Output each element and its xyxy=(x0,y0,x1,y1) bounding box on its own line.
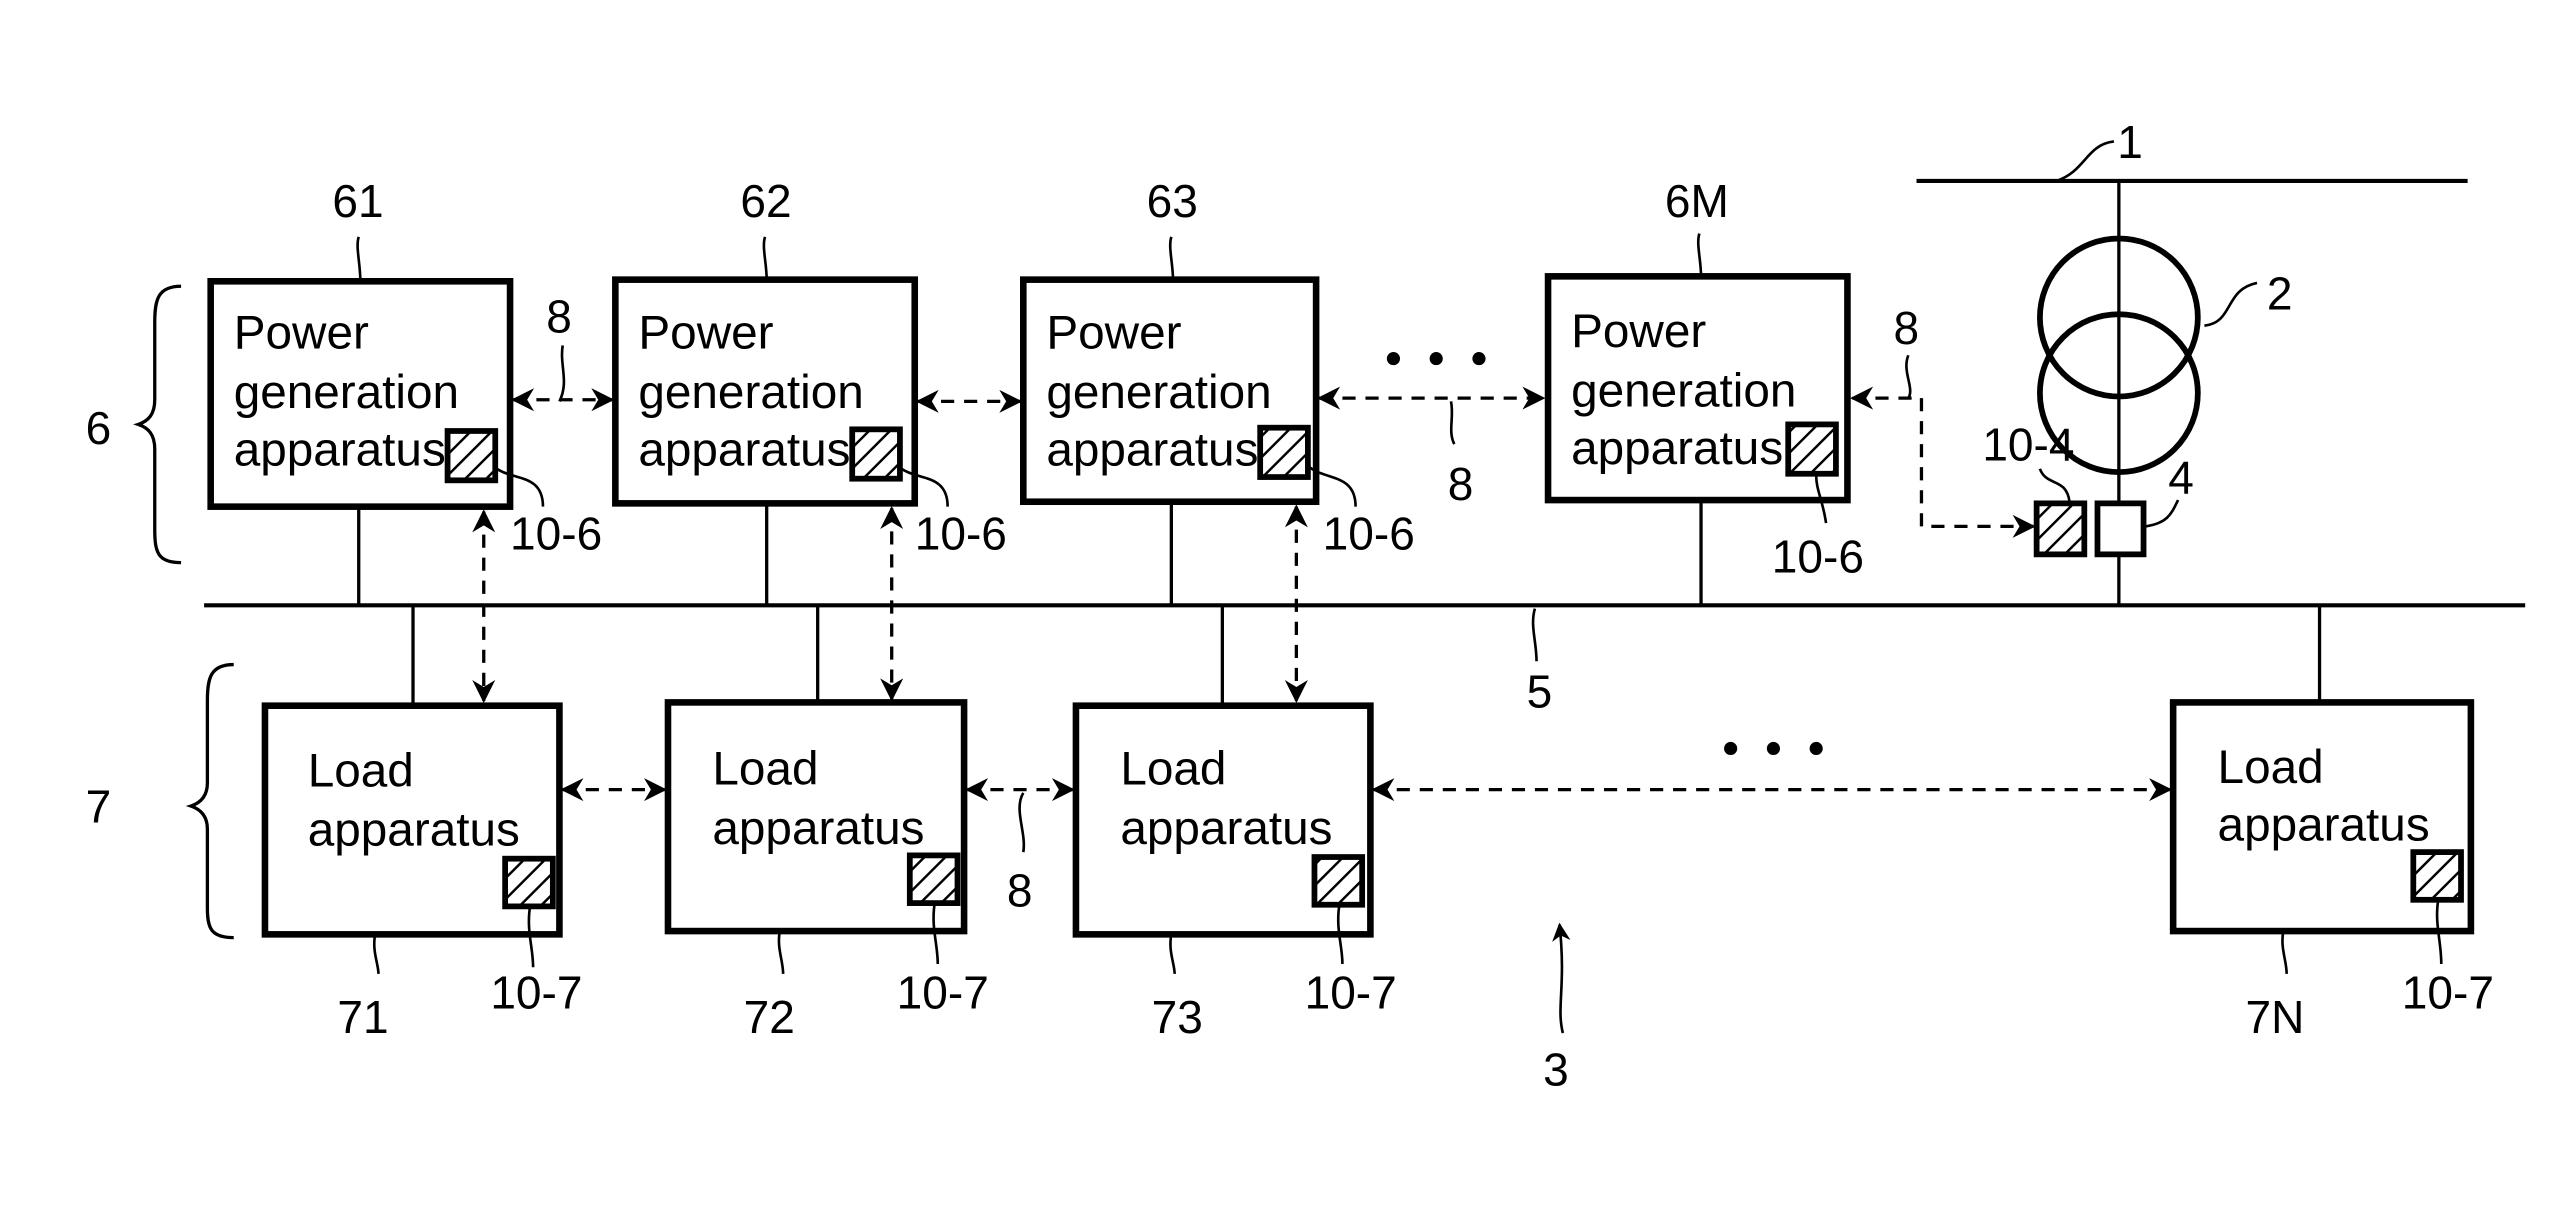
generation-apparatus-62: Power generation apparatus 62 10-6 xyxy=(612,175,1007,606)
gen-6M-comm-unit xyxy=(1785,421,1839,477)
gen-62-comm-unit xyxy=(849,426,903,482)
gen-6M-comm-ref: 10-6 xyxy=(1772,530,1864,582)
system-ref-marker: 3 xyxy=(1543,922,1571,1096)
generation-group-brace xyxy=(133,284,182,565)
system-ref: 3 xyxy=(1543,1044,1569,1096)
load-7N-ref-leader xyxy=(2281,930,2288,974)
ellipsis-dot xyxy=(1429,352,1443,366)
ellipsis-dot xyxy=(1766,741,1780,756)
load-72-line1: Load xyxy=(712,743,818,796)
ellipsis-dot xyxy=(1724,741,1738,756)
load-73-ref: 73 xyxy=(1152,991,1203,1043)
load-7N-comm-unit xyxy=(2410,849,2464,903)
gen-61-comm-ref: 10-6 xyxy=(510,507,602,559)
load-73-ref-leader xyxy=(1169,934,1176,974)
load-71-ref-leader xyxy=(372,934,380,974)
ellipsis-dot xyxy=(1809,741,1823,756)
generation-apparatus-6M: Power generation apparatus 6M 10-6 xyxy=(1544,175,1864,606)
gen-63-ref: 63 xyxy=(1147,175,1198,227)
gen-63-line1: Power xyxy=(1046,307,1181,360)
gen-62-ref-leader xyxy=(762,236,769,280)
gen-61-ref-leader xyxy=(356,236,362,282)
gen-6M-ref: 6M xyxy=(1665,175,1729,227)
power-system-diagram: 1 2 4 10-4 5 6 7 Power generation appara… xyxy=(86,116,2526,1096)
load-71-line2: apparatus xyxy=(308,804,520,857)
load-72-comm-ref: 10-7 xyxy=(897,966,989,1018)
comm-link-72-73-ref: 8 xyxy=(1007,864,1033,916)
load-72-ref: 72 xyxy=(744,991,795,1043)
ellipsis-dot xyxy=(1472,352,1486,366)
gen-6M-ref-leader xyxy=(1696,233,1703,277)
transformer-ref: 2 xyxy=(2267,267,2293,319)
grid-line-leader xyxy=(2055,140,2115,183)
load-ellipsis xyxy=(1724,741,1823,756)
gen-62-ref: 62 xyxy=(740,175,791,227)
meter-box xyxy=(2094,500,2147,558)
gen-63-comm-ref: 10-6 xyxy=(1323,507,1415,559)
load-7N-comm-ref: 10-7 xyxy=(2402,966,2494,1018)
gen-62-line3: apparatus xyxy=(638,424,850,477)
load-73-line2: apparatus xyxy=(1120,802,1332,855)
meter-comm-unit xyxy=(2033,500,2088,558)
load-72-line2: apparatus xyxy=(712,802,924,855)
bus-leader xyxy=(1531,608,1538,662)
gen-63-line2: generation xyxy=(1046,366,1271,419)
gen-62-line1: Power xyxy=(638,307,773,360)
gen-61-ref: 61 xyxy=(332,175,383,227)
gen-63-comm-unit xyxy=(1257,424,1311,480)
gen-62-line2: generation xyxy=(638,366,863,419)
generation-group-ref: 6 xyxy=(86,402,112,454)
load-group-ref: 7 xyxy=(86,780,112,832)
meter-leader xyxy=(2144,499,2180,528)
comm-link-63-6M-leader xyxy=(1449,401,1456,445)
load-7N-ref: 7N xyxy=(2246,991,2305,1043)
gen-61-line1: Power xyxy=(234,307,369,360)
meter-ref: 4 xyxy=(2168,451,2194,503)
load-apparatus-72: Load apparatus 72 10-7 xyxy=(664,605,989,1043)
gen-61-line3: apparatus xyxy=(234,424,446,477)
gen-63-ref-leader xyxy=(1168,236,1175,280)
load-73-line1: Load xyxy=(1120,743,1226,796)
meter-comm-leader xyxy=(2038,468,2071,502)
gen-61-line2: generation xyxy=(234,366,459,419)
load-71-line1: Load xyxy=(308,744,414,797)
ellipsis-dot xyxy=(1386,352,1401,366)
utility-grid: 1 2 4 10-4 xyxy=(1916,116,2468,606)
grid-line-ref: 1 xyxy=(2117,116,2143,168)
gen-6M-line2: generation xyxy=(1571,364,1796,417)
comm-link-63-6M-ref: 8 xyxy=(1448,458,1474,510)
meter-comm-ref: 10-4 xyxy=(1982,419,2074,471)
comm-link-6M-meter-leader xyxy=(1905,354,1912,399)
load-72-comm-unit xyxy=(906,852,961,906)
load-72-ref-leader xyxy=(777,930,785,974)
load-group-brace xyxy=(185,662,234,940)
load-apparatus-7N: Load apparatus 7N 10-7 xyxy=(2169,605,2494,1043)
comm-link-72-73-leader xyxy=(1018,792,1026,853)
comm-link-61-62-leader xyxy=(558,345,566,402)
load-apparatus-71: Load apparatus 71 10-7 xyxy=(261,605,582,1043)
load-7N-line2: apparatus xyxy=(2218,799,2430,852)
load-7N-line1: Load xyxy=(2218,741,2324,794)
gen-61-comm-unit xyxy=(444,428,499,484)
comm-link-61-62-ref: 8 xyxy=(546,290,572,342)
gen-6M-line3: apparatus xyxy=(1571,422,1783,475)
transformer-leader xyxy=(2204,281,2258,328)
generation-apparatus-61: Power generation apparatus 61 10-6 xyxy=(207,175,602,606)
gen-62-comm-ref: 10-6 xyxy=(915,507,1007,559)
bus-ref: 5 xyxy=(1527,665,1553,717)
load-apparatus-73: Load apparatus 73 10-7 xyxy=(1072,605,1397,1043)
load-73-comm-unit xyxy=(1311,854,1366,908)
load-71-comm-unit xyxy=(502,855,556,910)
load-71-comm-ref: 10-7 xyxy=(490,966,582,1018)
load-71-ref: 71 xyxy=(337,991,388,1043)
generation-apparatus-63: Power generation apparatus 63 10-6 xyxy=(1020,175,1415,606)
gen-63-line3: apparatus xyxy=(1046,424,1258,477)
comm-link-6M-meter-ref: 8 xyxy=(1894,302,1920,354)
system-ref-arrow xyxy=(1552,922,1571,1034)
load-73-comm-ref: 10-7 xyxy=(1305,966,1397,1018)
generation-ellipsis xyxy=(1386,352,1486,366)
gen-6M-line1: Power xyxy=(1571,305,1706,358)
